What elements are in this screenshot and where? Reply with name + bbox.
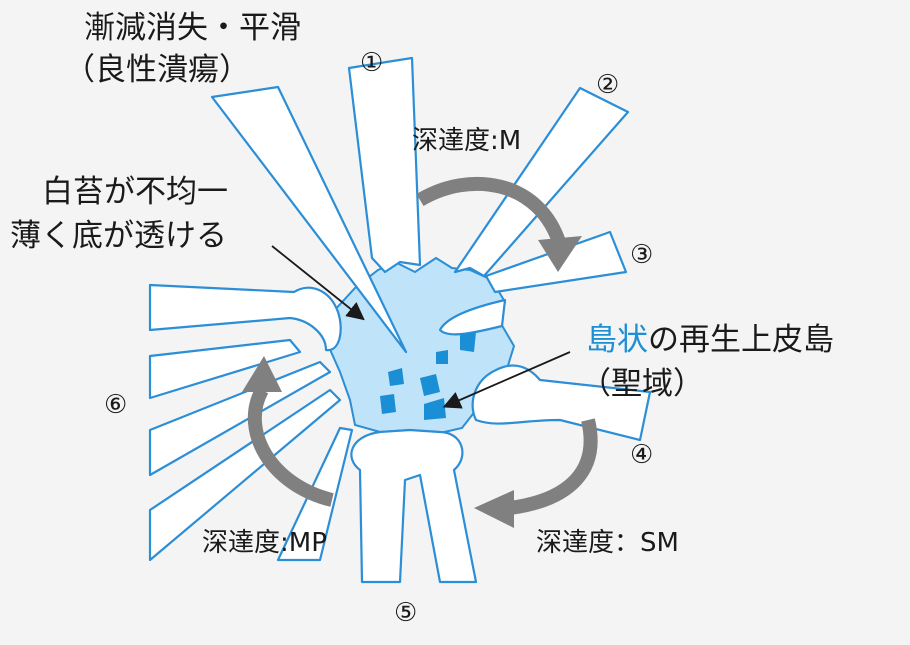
fold-number-2: ②: [596, 70, 620, 100]
benign-ulcer-label: （良性潰瘍）: [64, 52, 250, 88]
fold-number-6: ⑥: [104, 390, 128, 420]
fold-number-3: ③: [630, 240, 654, 270]
sanctuary-label: （聖域）: [580, 366, 704, 402]
white-coat-label-2: 薄く底が透ける: [10, 218, 227, 254]
depth-mp-label: 深達度:MP: [202, 528, 327, 558]
curved-arrow-icon: [474, 418, 598, 528]
island-rest: の再生上皮島: [648, 322, 834, 358]
fold-6: [148, 283, 342, 352]
island-label: 島状の再生上皮島: [586, 322, 834, 359]
depth-sm-label: 深達度：SM: [536, 528, 679, 558]
fold-tapering-label: 漸減消失・平滑: [84, 10, 301, 46]
fold-number-4: ④: [630, 440, 654, 470]
fold-1: [347, 56, 422, 274]
island-highlight: 島状: [586, 322, 648, 358]
white-coat-label: 白苔が不均一: [42, 174, 228, 210]
fold-5: [350, 428, 478, 584]
fold-number-1: ①: [360, 48, 384, 78]
depth-m-label: 深達度:M: [412, 126, 522, 156]
ulcer-diagram: 漸減消失・平滑 （良性潰瘍） 白苔が不均一 薄く底が透ける 島状の再生上皮島 （…: [0, 0, 910, 645]
fold-number-5: ⑤: [394, 598, 418, 628]
